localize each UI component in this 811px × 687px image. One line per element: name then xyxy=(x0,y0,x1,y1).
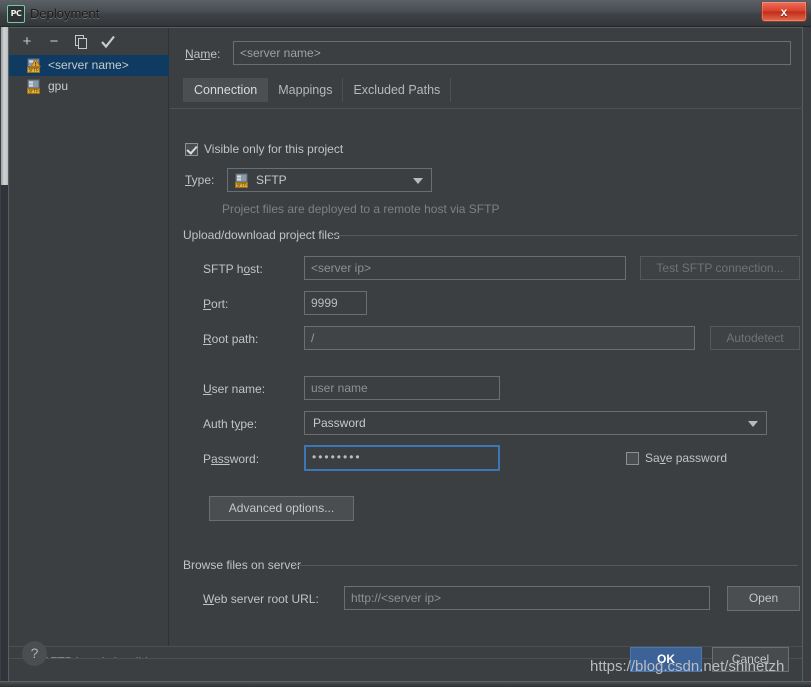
auth-type-label: Auth type: xyxy=(203,417,258,431)
tab-connection[interactable]: Connection xyxy=(183,78,269,102)
name-label: Name: xyxy=(185,47,221,61)
list-item-label: <server name> xyxy=(48,58,129,72)
check-icon xyxy=(101,35,115,49)
cancel-button[interactable]: Cancel xyxy=(712,647,789,672)
deployment-dialog: + − SFTP <server name> SFTP gpu Name: <s… xyxy=(8,27,803,681)
password-input[interactable]: •••••••• xyxy=(304,445,500,471)
tab-excluded-paths[interactable]: Excluded Paths xyxy=(342,78,452,102)
remove-server-button[interactable]: − xyxy=(44,32,64,52)
auth-type-value: Password xyxy=(313,416,366,430)
web-url-input[interactable]: http://<server ip> xyxy=(344,586,710,610)
autodetect-button[interactable]: Autodetect xyxy=(710,326,800,350)
open-button[interactable]: Open xyxy=(727,586,800,611)
type-hint: Project files are deployed to a remote h… xyxy=(222,202,500,216)
svg-text:SFTP: SFTP xyxy=(28,89,39,94)
pycharm-app-icon: PC xyxy=(7,5,25,23)
set-default-server-button[interactable] xyxy=(98,32,118,52)
upload-group-divider xyxy=(330,235,798,236)
save-password-label: Save password xyxy=(645,451,728,465)
tab-mappings[interactable]: Mappings xyxy=(267,78,344,102)
server-settings-pane: Name: <server name> Connection Mappings … xyxy=(170,28,803,646)
upload-group-title: Upload/download project files xyxy=(183,228,346,242)
type-label: Type: xyxy=(185,173,215,187)
web-url-label: Web server root URL: xyxy=(203,592,319,606)
list-item[interactable]: SFTP <server name> xyxy=(9,55,169,76)
type-value: SFTP xyxy=(256,173,287,187)
deployment-window: PC Deployment x + − SFTP <server name> S… xyxy=(0,0,811,687)
visible-only-label: Visible only for this project xyxy=(204,142,344,156)
chevron-down-icon xyxy=(413,178,423,184)
copy-server-button[interactable] xyxy=(71,32,91,52)
user-name-label: User name: xyxy=(203,382,266,396)
password-label: Password: xyxy=(203,452,260,466)
server-list-pane: + − SFTP <server name> SFTP gpu xyxy=(9,28,169,646)
auth-type-select[interactable]: Password xyxy=(304,411,767,435)
server-list-toolbar: + − xyxy=(9,28,169,55)
copy-icon xyxy=(75,35,87,49)
browse-group-title: Browse files on server xyxy=(183,558,308,572)
tabs-divider xyxy=(170,108,803,109)
port-input[interactable]: 9999 xyxy=(304,291,367,315)
plus-icon: + xyxy=(22,33,32,50)
title-bar: PC Deployment x xyxy=(0,0,811,27)
type-select[interactable]: SFTP SFTP xyxy=(227,168,432,192)
ok-button[interactable]: OK xyxy=(630,647,702,672)
user-name-input[interactable]: user name xyxy=(304,376,500,400)
advanced-options-button[interactable]: Advanced options... xyxy=(209,496,354,521)
port-label: Port: xyxy=(203,297,229,311)
server-list[interactable]: SFTP <server name> SFTP gpu xyxy=(9,55,169,645)
sftp-host-input[interactable]: <server ip> xyxy=(304,256,626,280)
window-title: Deployment xyxy=(30,6,100,21)
settings-tabs: Connection Mappings Excluded Paths xyxy=(183,78,452,102)
dialog-button-bar: ? OK Cancel xyxy=(9,641,802,681)
svg-text:SFTP: SFTP xyxy=(236,183,247,188)
close-icon[interactable]: x xyxy=(761,2,807,22)
name-input[interactable]: <server name> xyxy=(233,41,791,65)
sftp-icon: SFTP xyxy=(235,173,248,188)
root-path-label: Root path: xyxy=(203,332,259,346)
test-sftp-connection-button[interactable]: Test SFTP connection... xyxy=(640,256,800,280)
list-item[interactable]: SFTP gpu xyxy=(9,76,169,97)
checkbox-box xyxy=(626,452,639,465)
list-item-label: gpu xyxy=(48,79,69,93)
sftp-icon: SFTP xyxy=(27,79,40,94)
minus-icon: − xyxy=(49,33,59,50)
chevron-down-icon xyxy=(748,421,758,427)
add-server-button[interactable]: + xyxy=(17,32,37,52)
help-button[interactable]: ? xyxy=(22,641,47,666)
root-path-input[interactable]: / xyxy=(304,326,695,350)
sftp-host-label: SFTP host: xyxy=(203,262,263,276)
window-bottom-edge xyxy=(0,681,811,687)
svg-text:SFTP: SFTP xyxy=(28,68,39,73)
sftp-warning-icon: SFTP xyxy=(27,58,41,73)
browse-group-divider xyxy=(295,565,798,566)
checkbox-box xyxy=(185,143,198,156)
